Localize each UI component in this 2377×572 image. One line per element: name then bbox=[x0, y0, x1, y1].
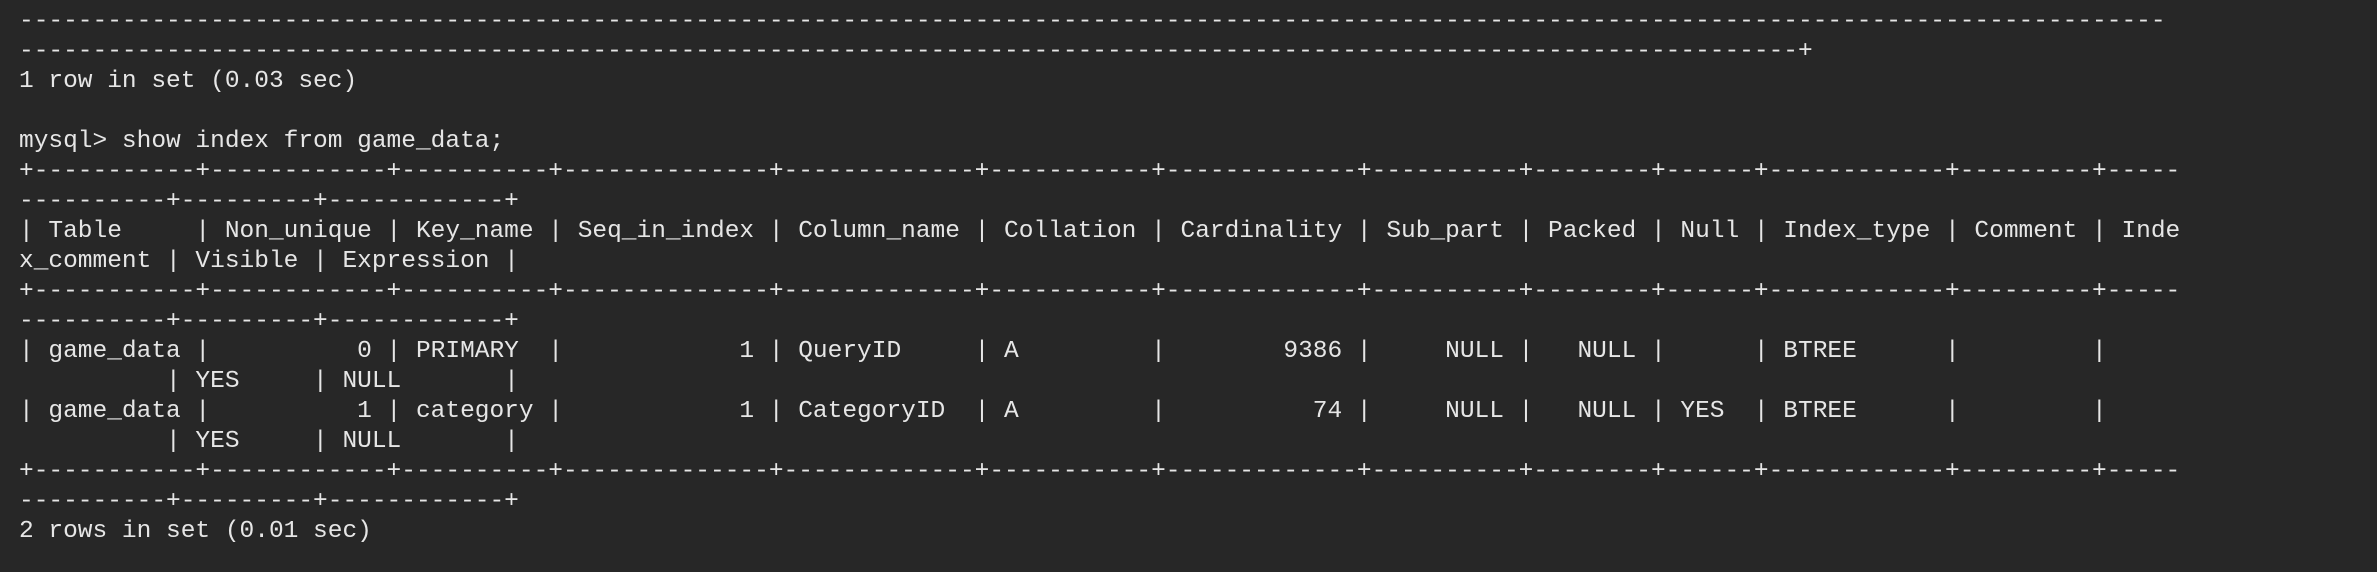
table-header-row-wrap: x_comment | Visible | Expression | bbox=[19, 248, 519, 275]
separator-line-end: ----------------------------------------… bbox=[19, 38, 1813, 65]
table-row-wrap: | YES | NULL | bbox=[19, 368, 519, 395]
command-prompt-line: mysql> show index from game_data; bbox=[19, 128, 505, 155]
result-summary: 2 rows in set (0.01 sec) bbox=[19, 518, 372, 545]
table-border-top: +-----------+------------+----------+---… bbox=[19, 158, 2181, 185]
table-row: | game_data | 1 | category | 1 | Categor… bbox=[19, 398, 2107, 425]
table-border-header-wrap: ----------+---------+------------+ bbox=[19, 308, 519, 335]
result-summary: 1 row in set (0.03 sec) bbox=[19, 68, 358, 95]
terminal-window[interactable]: ----------------------------------------… bbox=[0, 0, 2377, 572]
table-border-header: +-----------+------------+----------+---… bbox=[19, 278, 2181, 305]
table-border-top-wrap: ----------+---------+------------+ bbox=[19, 188, 519, 215]
table-border-bottom-wrap: ----------+---------+------------+ bbox=[19, 488, 519, 515]
table-row-wrap: | YES | NULL | bbox=[19, 428, 519, 455]
table-row: | game_data | 0 | PRIMARY | 1 | QueryID … bbox=[19, 338, 2107, 365]
table-border-bottom: +-----------+------------+----------+---… bbox=[19, 458, 2181, 485]
table-header-row: | Table | Non_unique | Key_name | Seq_in… bbox=[19, 218, 2181, 245]
separator-line: ----------------------------------------… bbox=[19, 8, 2166, 35]
